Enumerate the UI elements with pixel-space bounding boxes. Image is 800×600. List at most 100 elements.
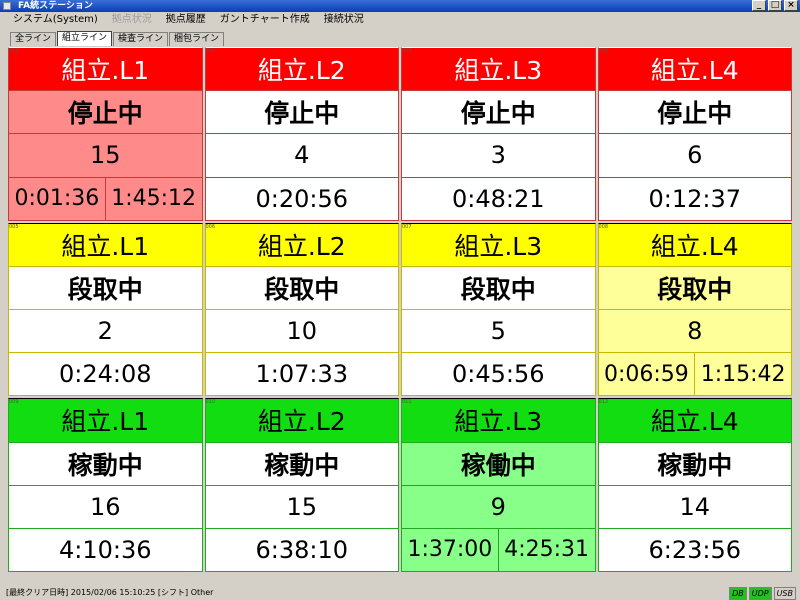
elapsed-times: 0:06:59 1:15:42 [597,353,792,397]
line-panel[interactable]: 012 組立.L4 稼動中 14 6:23:56 [597,398,792,573]
line-name: 012 組立.L4 [597,398,792,443]
panel-id: 006 [205,223,216,230]
stop-count: 10 [204,310,399,354]
line-status: 段取中 [597,266,792,310]
line-status-grid: 001 組立.L1 停止中 15 0:01:36 1:45:12 002 組立.L2 停止中 4 0… [8,47,792,573]
total-duration: 0:12:37 [597,177,792,221]
stop-count: 6 [597,134,792,178]
menu-bar: システム(System) 拠点状況 拠点履歴 ガントチャート作成 接続状況 [0,12,800,27]
tab-3[interactable]: 梱包ライン [169,32,225,46]
stop-count: 2 [8,310,203,354]
stop-count: 15 [8,134,203,178]
close-icon[interactable]: × [784,0,798,11]
line-name: 004 組立.L4 [597,47,792,92]
elapsed-times: 0:01:36 1:45:12 [8,177,203,221]
stop-count: 5 [401,310,596,354]
tab-0[interactable]: 全ライン [10,32,57,46]
total-duration: 1:45:12 [104,177,202,220]
menu-item-0[interactable]: システム(System) [6,12,105,27]
panel-id: 003 [402,48,412,54]
line-status: 停止中 [597,91,792,135]
panel-id: 009 [9,399,19,406]
maximize-icon[interactable]: □ [768,0,782,11]
line-panel[interactable]: 010 組立.L2 稼動中 15 6:38:10 [204,398,399,573]
line-name: 009 組立.L1 [8,398,203,443]
line-tabs: 全ライン 組立ライン 検査ライン 梱包ライン [10,31,225,46]
line-name: 002 組立.L2 [204,47,399,92]
panel-id: 005 [9,223,19,230]
line-name: 011 組立.L3 [401,398,596,443]
line-name: 008 組立.L4 [597,222,792,267]
total-duration: 6:38:10 [204,528,399,573]
current-duration: 1:37:00 [407,537,493,563]
stop-count: 8 [597,310,792,354]
panel-id: 010 [205,399,216,406]
panel-id: 002 [205,48,216,54]
minimize-icon[interactable]: _ [752,0,766,11]
elapsed-times: 1:37:00 4:25:31 [401,528,596,573]
tab-1[interactable]: 組立ライン [57,31,113,46]
line-status: 稼動中 [8,442,203,486]
line-status: 稼動中 [597,442,792,486]
line-name: 007 組立.L3 [401,222,596,267]
line-status: 稼働中 [401,442,596,486]
stop-count: 4 [204,134,399,178]
total-duration: 6:23:56 [597,528,792,573]
total-duration: 0:45:56 [401,353,596,397]
line-panel[interactable]: 003 組立.L3 停止中 3 0:48:21 [401,47,596,221]
indicator-udp: UDP [748,587,772,600]
current-duration: 0:06:59 [603,361,689,387]
line-name: 006 組立.L2 [204,222,399,267]
total-duration: 0:20:56 [204,177,399,221]
line-status: 停止中 [204,91,399,135]
line-panel[interactable]: 011 組立.L3 稼働中 9 1:37:00 4:25:31 [401,398,596,573]
total-duration: 1:15:42 [694,353,791,396]
menu-item-3[interactable]: ガントチャート作成 [213,12,317,27]
total-duration: 0:48:21 [401,177,596,221]
line-name: 003 組立.L3 [401,47,596,92]
panel-id: 004 [598,48,609,54]
line-name: 001 組立.L1 [8,47,203,92]
stop-count: 15 [204,485,399,529]
status-bar: [最終クリア日時] 2015/02/06 15:10:25 [シフト] Othe… [0,586,800,600]
line-panel[interactable]: 008 組立.L4 段取中 8 0:06:59 1:15:42 [597,222,792,397]
panel-id: 007 [402,223,412,230]
total-duration: 4:25:31 [497,528,595,572]
indicator-usb: USB [773,587,796,600]
line-panel[interactable]: 007 組立.L3 段取中 5 0:45:56 [401,222,596,397]
indicator-db: DB [729,587,747,600]
line-status: 稼動中 [204,442,399,486]
line-name: 005 組立.L1 [8,222,203,267]
line-panel[interactable]: 001 組立.L1 停止中 15 0:01:36 1:45:12 [8,47,203,221]
panel-id: 012 [598,399,609,406]
current-duration: 0:01:36 [14,186,100,212]
menu-item-1[interactable]: 拠点状況 [105,12,159,27]
line-panel[interactable]: 002 組立.L2 停止中 4 0:20:56 [204,47,399,221]
line-status: 段取中 [204,266,399,310]
line-panel[interactable]: 006 組立.L2 段取中 10 1:07:33 [204,222,399,397]
total-duration: 4:10:36 [8,528,203,573]
tab-2[interactable]: 検査ライン [113,32,169,46]
window-controls: _ □ × [752,0,798,11]
app-icon [3,2,11,10]
stop-count: 3 [401,134,596,178]
total-duration: 1:07:33 [204,353,399,397]
menu-item-2[interactable]: 拠点履歴 [159,12,213,27]
line-panel[interactable]: 009 組立.L1 稼動中 16 4:10:36 [8,398,203,573]
line-status: 段取中 [401,266,596,310]
line-status: 停止中 [8,91,203,135]
line-status: 段取中 [8,266,203,310]
line-panel[interactable]: 005 組立.L1 段取中 2 0:24:08 [8,222,203,397]
stop-count: 9 [401,485,596,529]
line-panel[interactable]: 004 組立.L4 停止中 6 0:12:37 [597,47,792,221]
line-name: 010 組立.L2 [204,398,399,443]
connection-indicators: DB UDP USB [729,587,796,600]
window-title: FA統ステーション [18,1,93,11]
panel-id: 008 [598,223,609,230]
title-bar: FA統ステーション _ □ × [0,0,800,12]
line-status: 停止中 [401,91,596,135]
panel-id: 001 [9,48,19,54]
menu-item-4[interactable]: 接続状況 [317,12,371,27]
stop-count: 16 [8,485,203,529]
stop-count: 14 [597,485,792,529]
